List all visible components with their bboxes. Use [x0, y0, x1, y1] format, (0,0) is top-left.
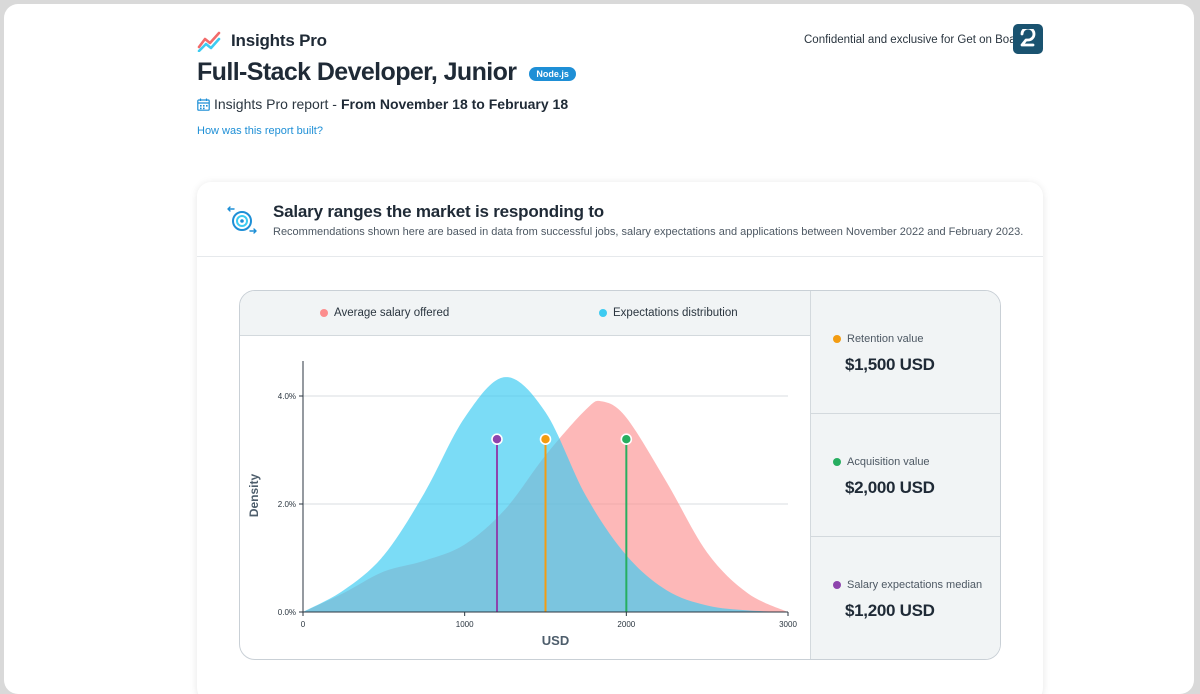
- stat-median-value: $1,200 USD: [845, 601, 935, 620]
- acquisition-dot: [833, 458, 841, 466]
- retention-dot: [833, 335, 841, 343]
- stat-acquisition: Acquisition value $2,000 USD: [811, 414, 1000, 537]
- report-page: Insights Pro Confidential and exclusive …: [4, 4, 1194, 694]
- y-axis-title: Density: [247, 474, 261, 518]
- y-tick-label: 4.0%: [278, 392, 296, 401]
- stat-acquisition-value: $2,000 USD: [845, 478, 935, 497]
- card-title: Salary ranges the market is responding t…: [273, 202, 604, 221]
- marker-point: [539, 433, 552, 445]
- report-range: From November 18 to February 18: [340, 96, 569, 112]
- trend-logo-icon: [197, 31, 221, 52]
- x-tick-label: 0: [301, 620, 306, 629]
- tech-tag: Node.js: [529, 66, 576, 81]
- brand: Insights Pro: [197, 30, 327, 52]
- marker-point: [491, 433, 503, 445]
- how-report-built-link[interactable]: How was this report built?: [197, 125, 323, 137]
- stat-median: Salary expectations median $1,200 USD: [811, 537, 1000, 659]
- legend-offered-label: Average salary offered: [334, 307, 450, 319]
- y-tick-label: 0.0%: [278, 608, 296, 617]
- get-on-board-logo-icon: [1013, 24, 1043, 54]
- stat-retention-label-row: Retention value: [833, 333, 923, 345]
- y-tick-label: 2.0%: [278, 500, 296, 509]
- legend-offered-swatch: [320, 309, 328, 317]
- stat-acquisition-label-row: Acquisition value: [833, 456, 930, 468]
- card-subtitle: Recommendations shown here are based in …: [273, 226, 1024, 238]
- x-tick-label: 1000: [456, 620, 474, 629]
- calendar-icon: [197, 98, 210, 111]
- legend-expectations[interactable]: Expectations distribution: [599, 307, 738, 319]
- stat-retention-value: $1,500 USD: [845, 355, 935, 374]
- target-icon: [227, 206, 257, 234]
- salary-ranges-card: Salary ranges the market is responding t…: [197, 182, 1043, 694]
- report-period: Insights Pro report - From November 18 t…: [197, 96, 568, 112]
- stat-median-label: Salary expectations median: [847, 579, 983, 591]
- stat-acquisition-label: Acquisition value: [847, 456, 930, 468]
- brand-name: Insights Pro: [231, 31, 327, 50]
- median-dot: [833, 581, 841, 589]
- chart-legend: Average salary offered Expectations dist…: [240, 291, 811, 336]
- confidential-note: Confidential and exclusive for Get on Bo…: [804, 34, 1026, 46]
- x-tick-label: 3000: [779, 620, 797, 629]
- chart-area: 0.0% 2.0% 4.0% 0 1000 2000 3000 USD Density: [240, 336, 811, 659]
- x-tick-label: 2000: [617, 620, 635, 629]
- stat-median-label-row: Salary expectations median: [833, 579, 982, 591]
- stat-retention: Retention value $1,500 USD: [811, 291, 1000, 414]
- x-axis-title: USD: [542, 633, 569, 648]
- density-chart: 0.0% 2.0% 4.0% 0 1000 2000 3000 USD Density: [247, 361, 797, 648]
- salary-chart-panel: Average salary offered Expectations dist…: [239, 290, 1001, 660]
- legend-expectations-label: Expectations distribution: [613, 307, 738, 319]
- report-label: Insights Pro report -: [214, 96, 337, 112]
- marker-point: [620, 433, 633, 445]
- job-title: Full-Stack Developer, Junior: [197, 58, 517, 86]
- legend-expectations-swatch: [599, 309, 607, 317]
- stat-retention-label: Retention value: [847, 333, 924, 345]
- card-header: Salary ranges the market is responding t…: [197, 182, 1043, 257]
- salary-stats: Retention value $1,500 USD Acquisition v…: [811, 291, 1000, 659]
- title-row: Full-Stack Developer, Junior Node.js: [197, 58, 576, 87]
- legend-offered[interactable]: Average salary offered: [320, 307, 449, 319]
